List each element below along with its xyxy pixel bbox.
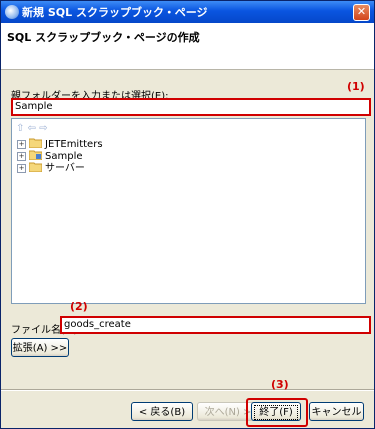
expand-icon[interactable]: + [17, 164, 26, 173]
tree-item-label: Sample [45, 151, 83, 162]
annotation-3: (3) [271, 378, 289, 391]
header-panel: SQL スクラップブック・ページの作成 [1, 23, 374, 70]
back-button[interactable]: < 戻る(B) [131, 402, 193, 421]
expand-options-button[interactable]: 拡張(A) >> [11, 338, 69, 357]
cancel-button[interactable]: キャンセル [309, 402, 364, 421]
annotation-2: (2) [70, 300, 88, 313]
window-title: 新規 SQL スクラップブック・ページ [22, 6, 208, 19]
expand-icon[interactable]: + [17, 140, 26, 149]
finish-button-label: 終了(F) [254, 405, 298, 420]
page-title: SQL スクラップブック・ページの作成 [7, 31, 200, 44]
expand-icon[interactable]: + [17, 152, 26, 161]
footer-divider [1, 389, 374, 391]
annotation-1: (1) [347, 80, 365, 93]
folder-icon [29, 138, 42, 148]
tree-item-sample[interactable]: + Sample [17, 150, 83, 162]
tree-navigation-icons[interactable]: ⇧ ⇦ ⇨ [16, 123, 48, 134]
file-name-input[interactable]: goods_create [60, 316, 371, 334]
folder-tree[interactable]: ⇧ ⇦ ⇨ + JETEmitters + Sample + サーバー [11, 118, 366, 304]
tree-item-server[interactable]: + サーバー [17, 162, 85, 174]
folder-icon [29, 162, 42, 172]
app-icon [5, 5, 19, 19]
project-folder-icon [29, 150, 42, 160]
tree-item-label: サーバー [45, 163, 85, 174]
tree-item-jetemitters[interactable]: + JETEmitters [17, 138, 103, 150]
finish-button[interactable]: 終了(F) [251, 402, 301, 421]
dialog-window: 新規 SQL スクラップブック・ページ ✕ SQL スクラップブック・ページの作… [0, 0, 375, 429]
parent-folder-input[interactable]: Sample [11, 98, 371, 116]
tree-item-label: JETEmitters [45, 139, 103, 150]
close-button[interactable]: ✕ [353, 4, 370, 21]
title-bar[interactable]: 新規 SQL スクラップブック・ページ ✕ [1, 1, 374, 23]
